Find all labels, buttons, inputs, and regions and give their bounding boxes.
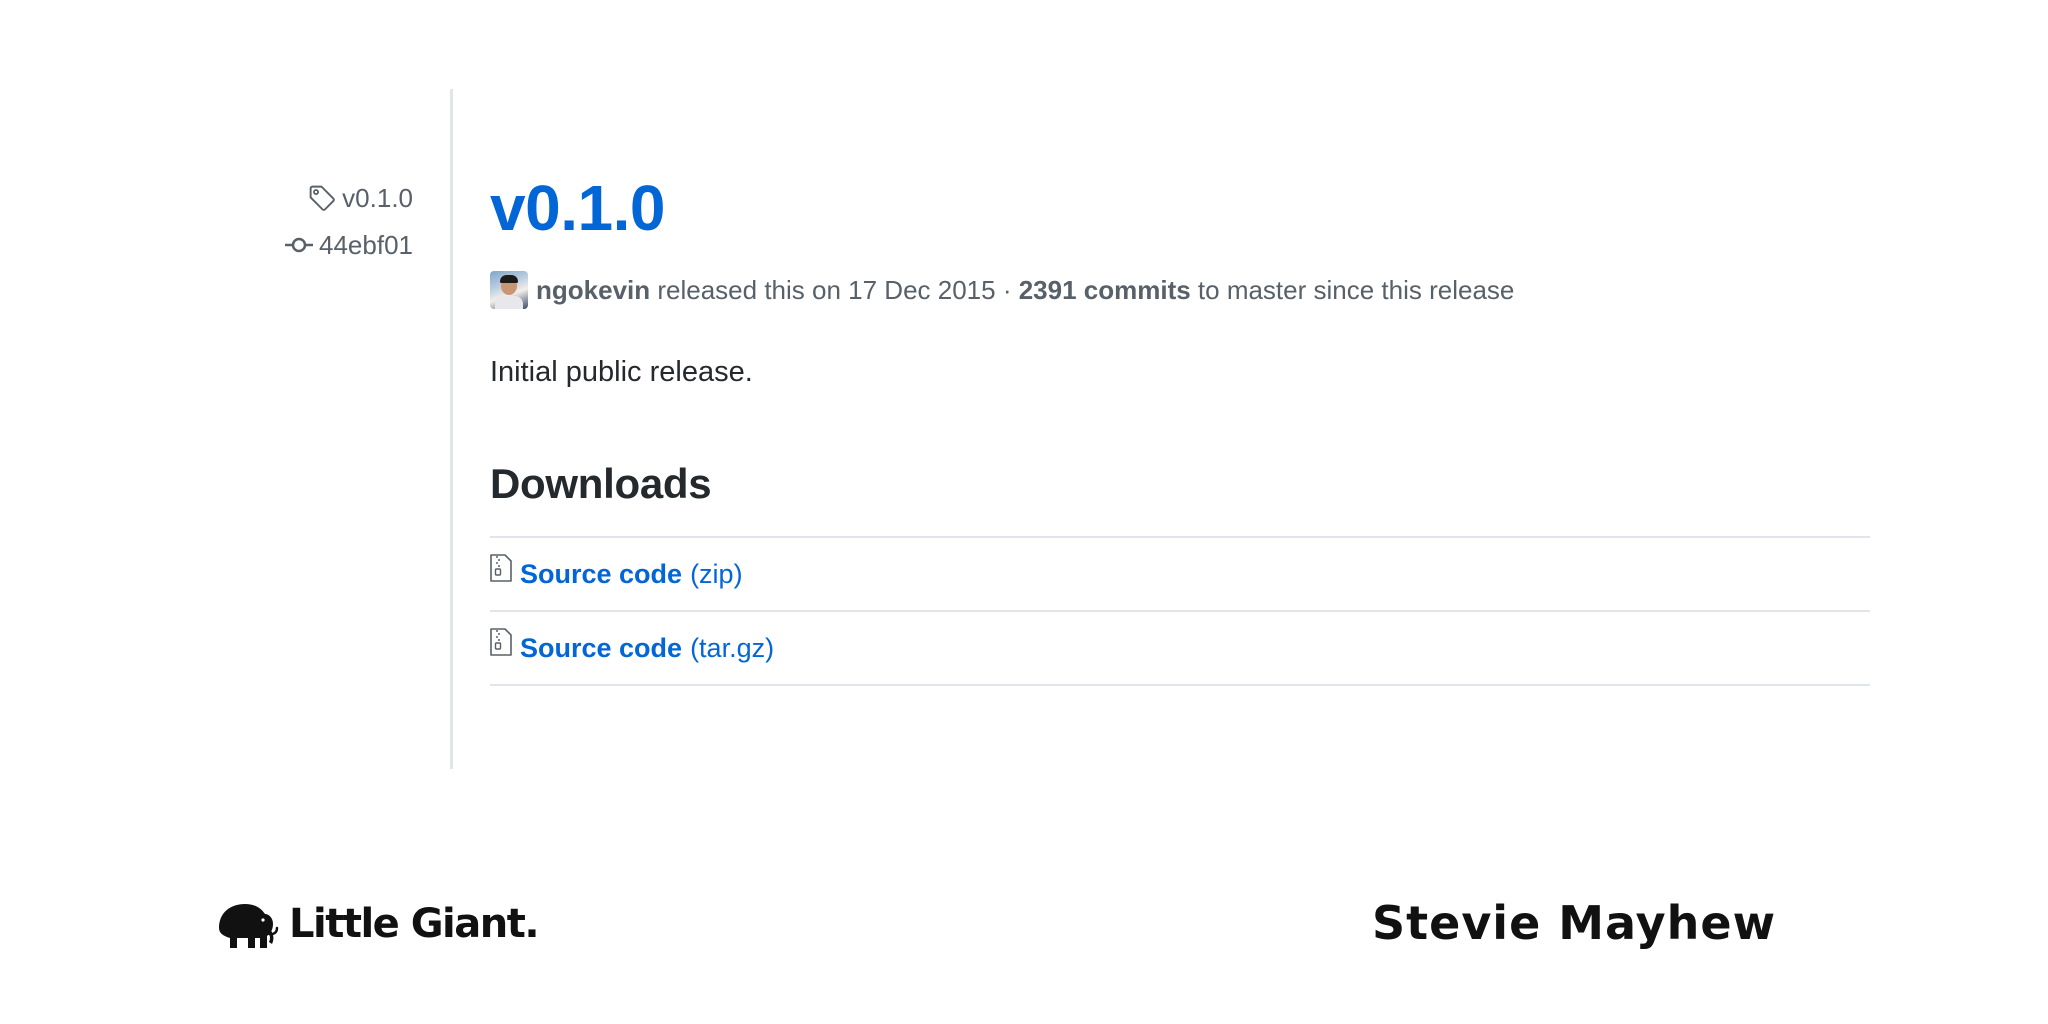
timeline-divider (450, 89, 453, 769)
download-name: Source code (520, 632, 683, 663)
download-ext: (tar.gz) (690, 632, 775, 663)
release-commit[interactable]: 44ebf01 (285, 225, 413, 265)
brand-name: Little Giant. (289, 901, 540, 947)
release-meta: v0.1.0 44ebf01 (285, 178, 413, 272)
commits-link[interactable]: 2391 commits (1019, 275, 1191, 306)
release-tag[interactable]: v0.1.0 (285, 178, 413, 218)
avatar[interactable] (490, 271, 528, 309)
download-item-zip: Source code (zip) (490, 538, 1870, 612)
downloads-heading: Downloads (490, 460, 712, 507)
downloads-list: Source code (zip) Source code (tar.gz) (490, 536, 1870, 686)
file-zip-icon (490, 628, 512, 656)
tag-label: v0.1.0 (342, 182, 413, 213)
release-notes: Initial public release. (490, 356, 753, 388)
download-link-targz[interactable]: Source code (tar.gz) (520, 633, 774, 664)
git-commit-icon (285, 235, 314, 255)
mammoth-logo-icon (215, 898, 279, 950)
release-title[interactable]: v0.1.0 (490, 170, 1870, 246)
commit-label: 44ebf01 (319, 229, 413, 260)
tag-icon (308, 184, 336, 212)
brand-logo: Little Giant. (215, 898, 540, 950)
released-text: released this on 17 Dec 2015 · (650, 274, 1019, 305)
release-body: v0.1.0 ngokevin released this on 17 Dec … (490, 170, 1870, 686)
download-link-zip[interactable]: Source code (zip) (520, 559, 743, 590)
download-ext: (zip) (690, 558, 743, 589)
release-byline: ngokevin released this on 17 Dec 2015 · … (490, 270, 1870, 310)
author-link[interactable]: ngokevin (536, 275, 650, 306)
file-zip-icon (490, 554, 512, 582)
author-credit: Stevie Mayhew (1372, 896, 1777, 950)
download-item-targz: Source code (tar.gz) (490, 612, 1870, 686)
since-text: to master since this release (1190, 274, 1515, 305)
download-name: Source code (520, 558, 683, 589)
